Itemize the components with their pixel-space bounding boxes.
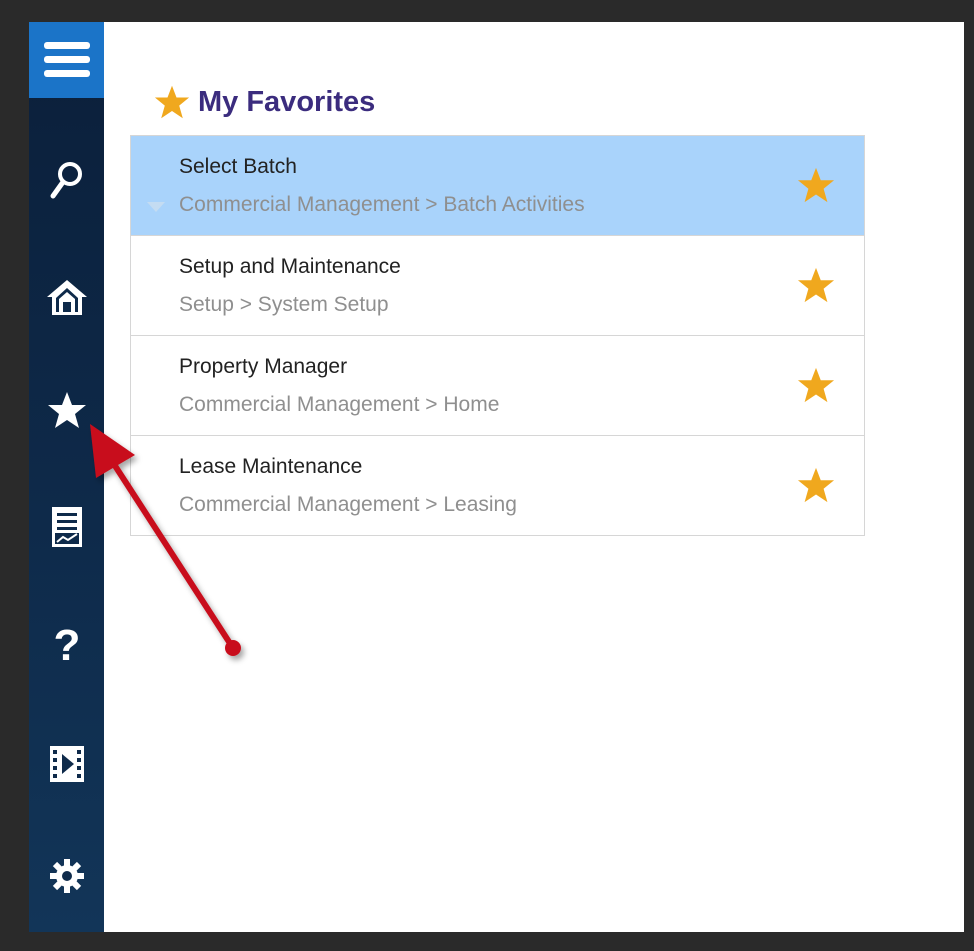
main-content: My Favorites Select Batch Commercial Man… xyxy=(104,22,964,932)
video-icon xyxy=(49,746,84,782)
help-icon: ? xyxy=(53,622,80,666)
star-icon[interactable] xyxy=(797,366,835,404)
favorite-title: Lease Maintenance xyxy=(179,455,363,478)
favorite-item[interactable]: Select Batch Commercial Management > Bat… xyxy=(131,136,864,236)
screenshot-frame: ? My Favorites Select Batch Commercial M… xyxy=(0,0,974,951)
reports-button[interactable] xyxy=(29,497,104,557)
home-icon xyxy=(46,280,87,315)
menu-button[interactable] xyxy=(29,22,104,98)
sidebar: ? xyxy=(29,22,104,932)
favorite-item[interactable]: Setup and Maintenance Setup > System Set… xyxy=(131,236,864,336)
help-button[interactable]: ? xyxy=(29,614,104,674)
report-icon xyxy=(51,507,82,547)
caret-down-icon xyxy=(147,202,165,212)
search-icon xyxy=(50,162,82,199)
favorite-path: Commercial Management > Leasing xyxy=(179,493,517,516)
favorite-item[interactable]: Lease Maintenance Commercial Management … xyxy=(131,436,864,535)
favorite-path: Commercial Management > Batch Activities xyxy=(179,193,585,216)
video-button[interactable] xyxy=(29,734,104,794)
favorite-title: Select Batch xyxy=(179,155,297,178)
star-icon[interactable] xyxy=(797,466,835,504)
star-icon[interactable] xyxy=(797,266,835,304)
star-icon xyxy=(47,392,86,428)
favorites-button[interactable] xyxy=(29,380,104,440)
svg-text:?: ? xyxy=(53,622,80,666)
favorites-header: My Favorites xyxy=(154,82,375,122)
search-button[interactable] xyxy=(29,150,104,210)
favorite-item[interactable]: Property Manager Commercial Management >… xyxy=(131,336,864,436)
star-icon[interactable] xyxy=(797,166,835,204)
star-icon xyxy=(154,85,190,119)
page-title: My Favorites xyxy=(198,85,376,118)
menu-icon xyxy=(43,42,90,77)
favorite-title: Property Manager xyxy=(179,355,348,378)
home-button[interactable] xyxy=(29,267,104,327)
app-window: ? My Favorites Select Batch Commercial M… xyxy=(29,22,964,932)
favorites-list: Select Batch Commercial Management > Bat… xyxy=(130,135,865,536)
favorite-path: Setup > System Setup xyxy=(179,293,389,316)
settings-button[interactable] xyxy=(29,846,104,906)
favorite-path: Commercial Management > Home xyxy=(179,393,500,416)
favorite-title: Setup and Maintenance xyxy=(179,255,401,278)
gear-icon xyxy=(49,859,84,893)
